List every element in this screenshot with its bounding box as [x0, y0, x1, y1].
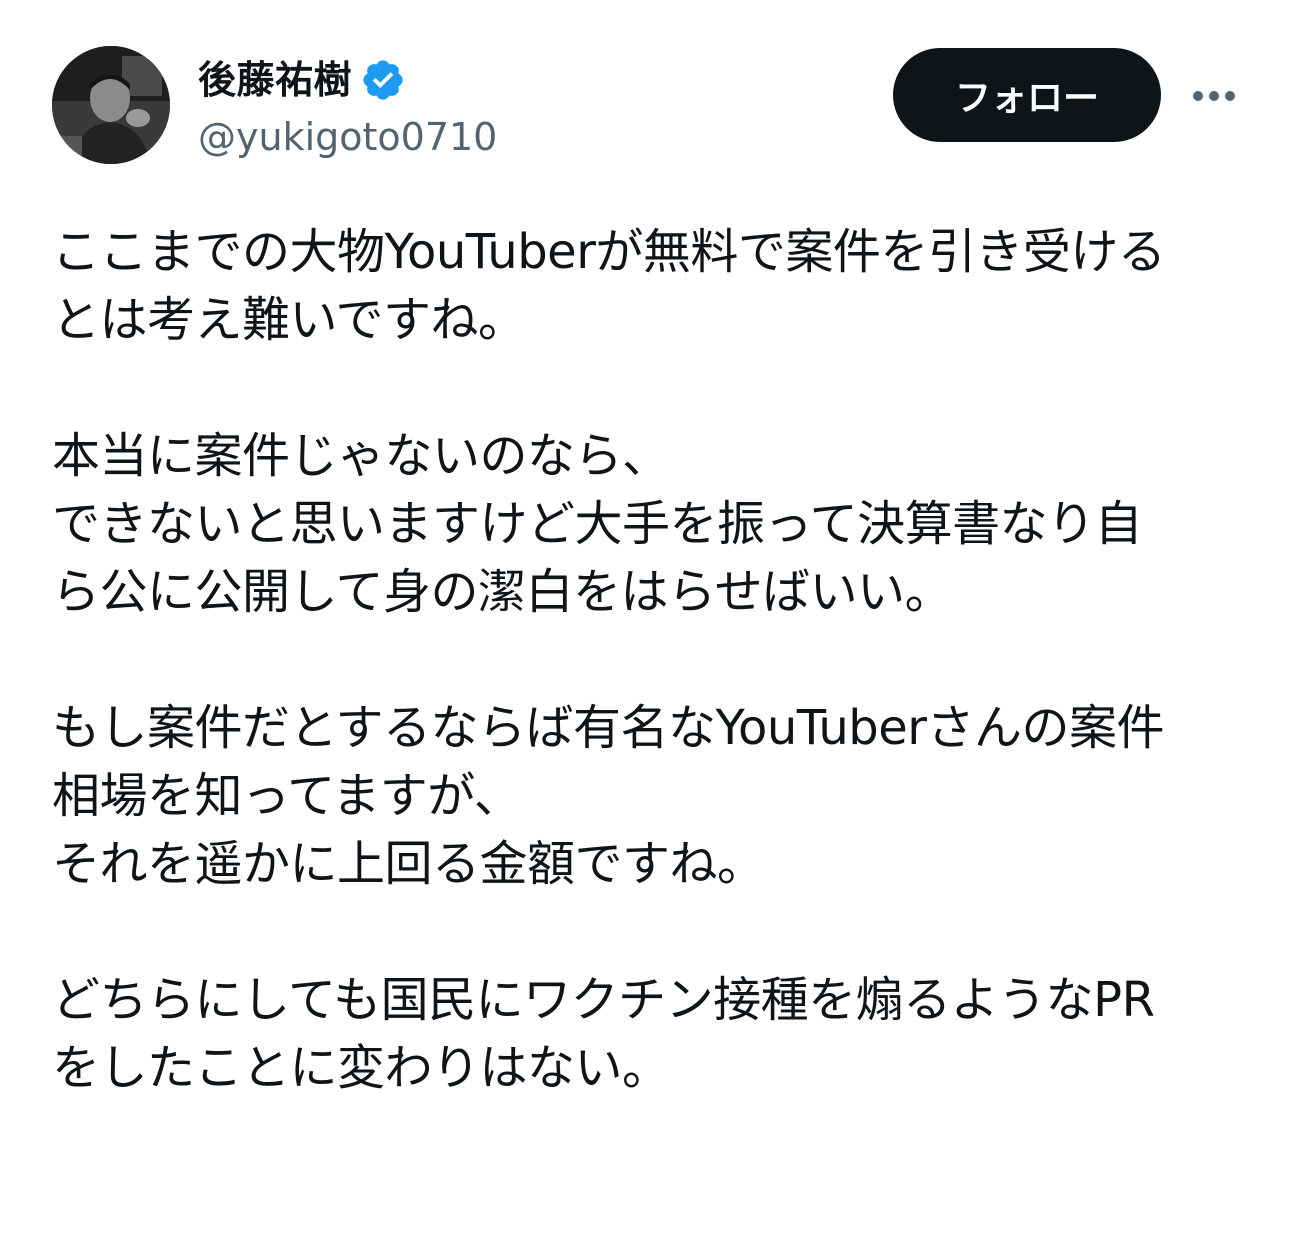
tweet-line: それを遥かに上回る金額ですね。	[52, 836, 765, 892]
tweet-paragraph: ここまでの大物YouTuberが無料で案件を引き受ける とは考え難いですね。	[52, 218, 1252, 354]
verified-badge-icon	[363, 60, 403, 100]
display-name[interactable]: 後藤祐樹	[198, 54, 352, 106]
tweet-paragraph: 本当に案件じゃないのなら、 できないと思いますけど大手を振って決算書なり自 ら公…	[52, 422, 1252, 626]
tweet-line: ここまでの大物YouTuberが無料で案件を引き受ける	[52, 224, 1166, 280]
user-info: 後藤祐樹 @yukigoto0710	[198, 54, 497, 160]
tweet-paragraph: どちらにしても国民にワクチン接種を煽るようなPR をしたことに変わりはない。	[52, 966, 1252, 1102]
user-handle[interactable]: @yukigoto0710	[198, 114, 497, 160]
avatar[interactable]	[52, 46, 170, 164]
tweet-line: をしたことに変わりはない。	[52, 1040, 670, 1096]
tweet-line: とは考え難いですね。	[52, 292, 526, 348]
tweet-header: 後藤祐樹 @yukigoto0710 フォロー	[52, 46, 1242, 168]
tweet-line: 本当に案件じゃないのなら、	[52, 428, 670, 484]
tweet-paragraph: もし案件だとするならば有名なYouTuberさんの案件 相場を知ってますが、 そ…	[52, 694, 1252, 898]
follow-button[interactable]: フォロー	[893, 48, 1161, 142]
tweet-line: ら公に公開して身の潔白をはらせばいい。	[52, 564, 953, 620]
tweet-line: もし案件だとするならば有名なYouTuberさんの案件	[52, 700, 1164, 756]
tweet-line: 相場を知ってますが、	[52, 768, 522, 824]
name-row: 後藤祐樹	[198, 54, 497, 106]
tweet-line: できないと思いますけど大手を振って決算書なり自	[52, 496, 1143, 552]
more-horizontal-icon	[1193, 91, 1235, 101]
user-photo-avatar-icon	[52, 46, 170, 164]
tweet-line: どちらにしても国民にワクチン接種を煽るようなPR	[52, 972, 1155, 1028]
tweet-text: ここまでの大物YouTuberが無料で案件を引き受ける とは考え難いですね。 本…	[52, 218, 1252, 1102]
more-button[interactable]	[1188, 74, 1240, 118]
